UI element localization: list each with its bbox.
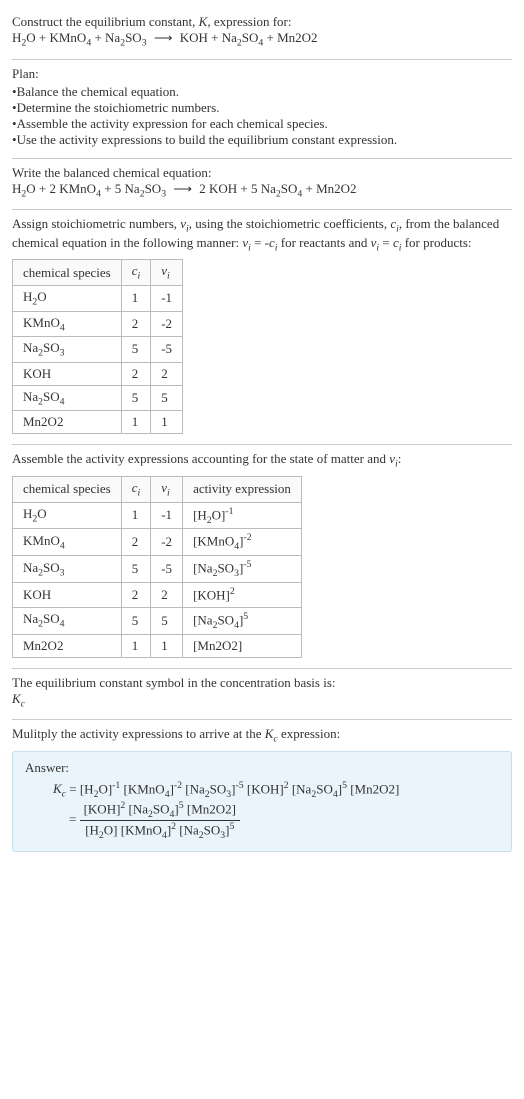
table-row: KMnO42-2 xyxy=(13,311,183,337)
fraction-numerator: [KOH]2 [Na2SO4]5 [Mn2O2] xyxy=(80,800,240,821)
table-row: Mn2O211[Mn2O2] xyxy=(13,634,302,657)
activity-table: chemical species ci νi activity expressi… xyxy=(12,476,302,658)
table-row: KOH22[KOH]2 xyxy=(13,583,302,607)
table-header-row: chemical species ci νi xyxy=(13,260,183,286)
answer-label: Answer: xyxy=(25,760,499,776)
table-row: Mn2O211 xyxy=(13,411,183,434)
section-stoich: Assign stoichiometric numbers, νi, using… xyxy=(12,210,512,444)
section-multiply: Mulitply the activity expressions to arr… xyxy=(12,720,512,861)
col-species: chemical species xyxy=(13,476,122,502)
plan-item: Determine the stoichiometric numbers. xyxy=(12,100,512,116)
col-ci: ci xyxy=(121,476,151,502)
table-row: H2O1-1 xyxy=(13,285,183,311)
section-kc-symbol: The equilibrium constant symbol in the c… xyxy=(12,669,512,720)
table-row: KOH22 xyxy=(13,362,183,385)
section-construct: Construct the equilibrium constant, K, e… xyxy=(12,8,512,59)
plan-bullets: Balance the chemical equation. Determine… xyxy=(12,84,512,148)
col-vi: νi xyxy=(151,476,183,502)
col-vi: νi xyxy=(151,260,183,286)
table-row: Na2SO35-5 xyxy=(13,337,183,363)
plan-item: Use the activity expressions to build th… xyxy=(12,132,512,148)
answer-box: Answer: Kc = [H2O]-1 [KMnO4]-2 [Na2SO3]-… xyxy=(12,751,512,852)
section-balanced: Write the balanced chemical equation: H2… xyxy=(12,159,512,210)
fraction: [KOH]2 [Na2SO4]5 [Mn2O2] [H2O] [KMnO4]2 … xyxy=(80,800,240,841)
stoich-table: chemical species ci νi H2O1-1 KMnO42-2 N… xyxy=(12,259,183,434)
table-row: H2O1-1[H2O]-1 xyxy=(13,502,302,529)
construct-intro: Construct the equilibrium constant, K, e… xyxy=(12,14,512,30)
plan-item: Balance the chemical equation. xyxy=(12,84,512,100)
table-row: Na2SO455[Na2SO4]5 xyxy=(13,607,302,634)
table-row: Na2SO35-5[Na2SO3]-5 xyxy=(13,556,302,583)
table-header-row: chemical species ci νi activity expressi… xyxy=(13,476,302,502)
plan-heading: Plan: xyxy=(12,66,512,82)
kc-symbol-text: The equilibrium constant symbol in the c… xyxy=(12,675,512,691)
col-ci: ci xyxy=(121,260,151,286)
reaction-arrow-icon xyxy=(169,181,196,196)
fraction-denominator: [H2O] [KMnO4]2 [Na2SO3]5 xyxy=(80,821,240,841)
col-activity: activity expression xyxy=(183,476,302,502)
kc-symbol: Kc xyxy=(12,691,512,710)
multiply-text: Mulitply the activity expressions to arr… xyxy=(12,726,512,745)
stoich-text: Assign stoichiometric numbers, νi, using… xyxy=(12,216,512,253)
kc-expression-line1: Kc = [H2O]-1 [KMnO4]-2 [Na2SO3]-5 [KOH]2… xyxy=(25,780,499,800)
reaction-arrow-icon xyxy=(150,30,177,45)
activity-text: Assemble the activity expressions accoun… xyxy=(12,451,512,470)
table-row: KMnO42-2[KMnO4]-2 xyxy=(13,529,302,556)
table-row: Na2SO455 xyxy=(13,385,183,411)
unbalanced-equation: H2O + KMnO4 + Na2SO3 KOH + Na2SO4 + Mn2O… xyxy=(12,30,512,49)
balanced-equation: H2O + 2 KMnO4 + 5 Na2SO3 2 KOH + 5 Na2SO… xyxy=(12,181,512,200)
kc-expression-line2: = [KOH]2 [Na2SO4]5 [Mn2O2] [H2O] [KMnO4]… xyxy=(25,800,499,841)
col-species: chemical species xyxy=(13,260,122,286)
plan-item: Assemble the activity expression for eac… xyxy=(12,116,512,132)
section-plan: Plan: Balance the chemical equation. Det… xyxy=(12,60,512,158)
balanced-heading: Write the balanced chemical equation: xyxy=(12,165,512,181)
section-activity: Assemble the activity expressions accoun… xyxy=(12,445,512,667)
